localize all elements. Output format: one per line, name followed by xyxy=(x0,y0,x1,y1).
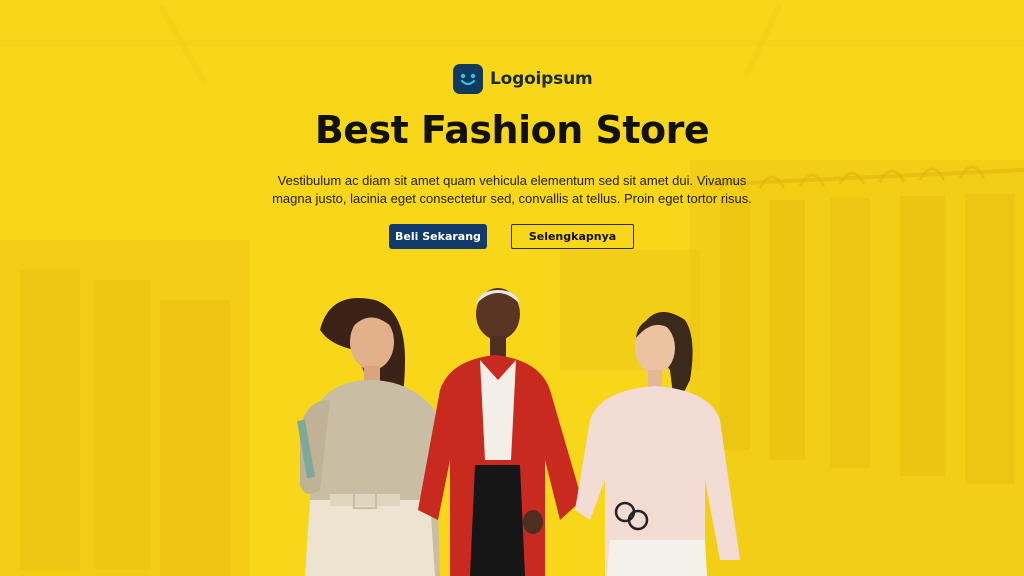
learn-more-button[interactable]: Selengkapnya xyxy=(511,224,634,249)
model-right xyxy=(575,312,740,576)
hero-section: Logoipsum Best Fashion Store Vestibulum … xyxy=(0,0,1024,576)
page-title: Best Fashion Store xyxy=(314,108,710,152)
smile-face-icon xyxy=(453,64,483,94)
model-left xyxy=(297,298,440,576)
models-photo xyxy=(280,280,750,576)
brand-name: Logoipsum xyxy=(490,69,593,89)
buy-now-button[interactable]: Beli Sekarang xyxy=(389,224,487,249)
brand-logo[interactable]: Logoipsum xyxy=(453,64,593,94)
hero-description: Vestibulum ac diam sit amet quam vehicul… xyxy=(272,173,752,206)
model-middle xyxy=(418,288,582,576)
